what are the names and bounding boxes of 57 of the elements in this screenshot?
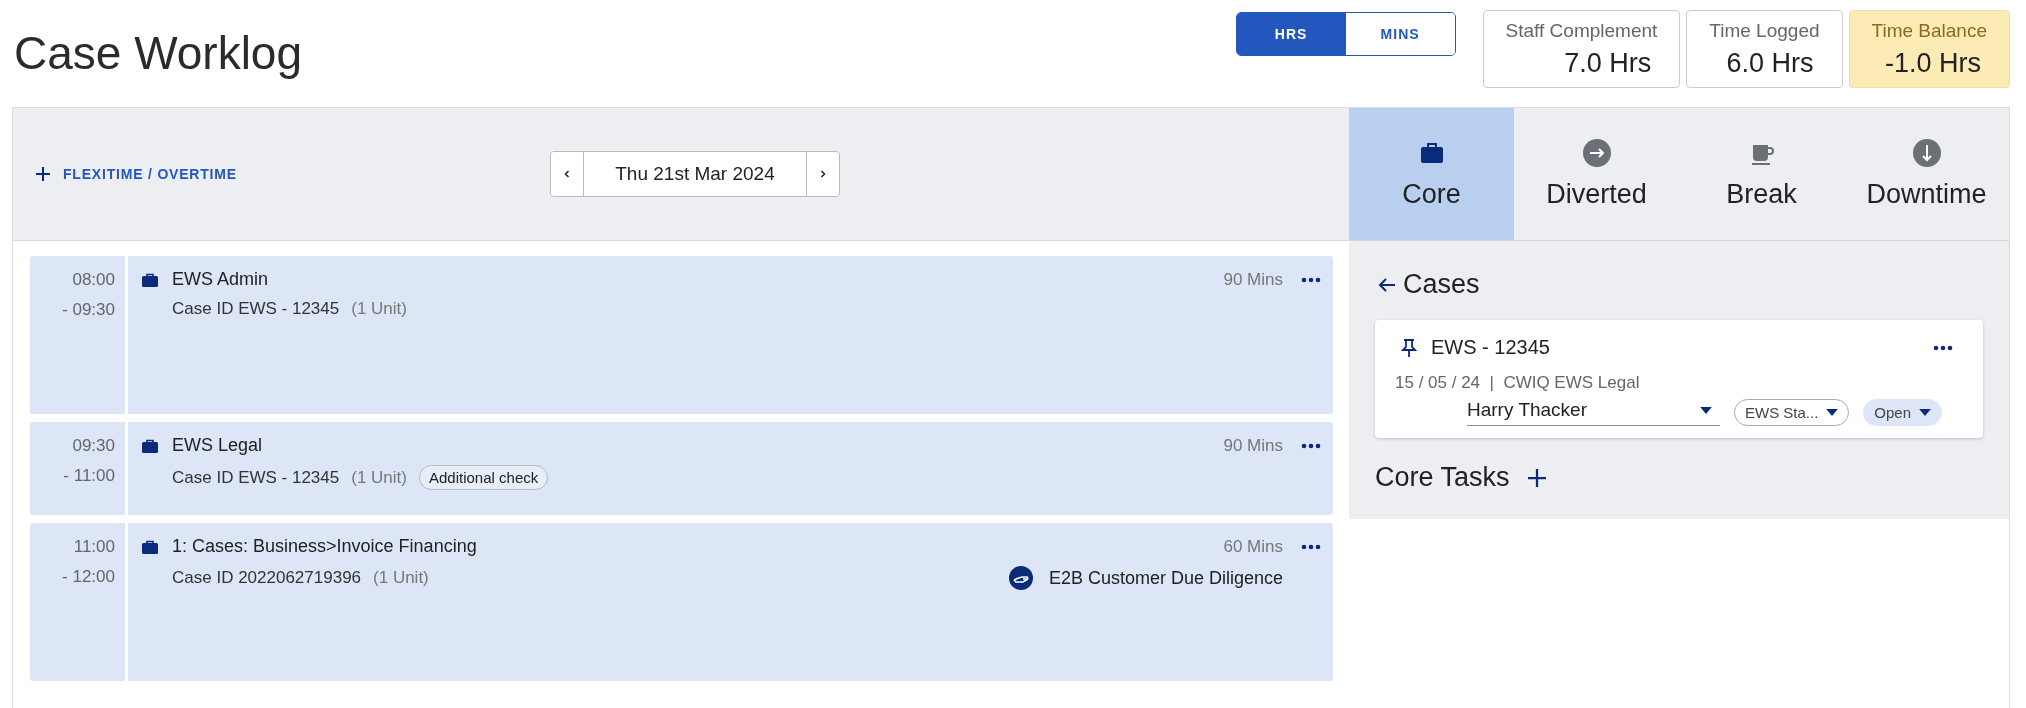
activity-tab[interactable]: Core — [1349, 108, 1514, 240]
stat-value: 6.0 Hrs — [1726, 48, 1815, 79]
chevron-left-icon — [562, 169, 572, 179]
more-options-icon[interactable] — [1301, 543, 1321, 550]
case-title: EWS - 12345 — [1431, 336, 1550, 359]
briefcase-icon — [142, 272, 158, 287]
unit-count: (1 Unit) — [351, 467, 407, 488]
start-time: 11:00 — [73, 537, 115, 557]
page-title: Case Worklog — [14, 26, 304, 80]
case-meta: 15 / 05 / 24 | CWIQ EWS Legal — [1395, 373, 1641, 393]
unit-toggle-button[interactable]: HRS — [1236, 13, 1346, 55]
entry-title: 1: Cases: Business>Invoice Financing — [172, 536, 478, 557]
stat-label: Time Balance — [1871, 20, 1987, 42]
entry-title: EWS Admin — [172, 269, 270, 290]
stat-label: Staff Complement — [1505, 20, 1658, 42]
stat-value: 7.0 Hrs — [1564, 48, 1653, 79]
entry-duration: 90 Mins — [1223, 269, 1283, 290]
worklog-entry[interactable]: 09:30 - 11:00 EWS Legal 90 Mins Case ID EWS - 12345 (1 Unit) Additional check — [30, 422, 1333, 515]
entry-duration: 60 Mins — [1223, 536, 1283, 557]
case-card[interactable]: EWS - 12345 15 / 05 / 24 | CWIQ EWS Legal Harry Thacker EWS Sta... Open — [1375, 320, 1983, 438]
caret-icon — [1700, 406, 1712, 414]
status-chip[interactable]: Open — [1863, 399, 1943, 426]
end-time: - 12:00 — [62, 567, 115, 587]
more-options-icon[interactable] — [1301, 442, 1321, 449]
briefcase-icon — [142, 438, 158, 453]
unit-count: (1 Unit) — [373, 568, 429, 588]
end-time: - 09:30 — [62, 300, 115, 320]
arrow-circle-icon — [1582, 138, 1611, 167]
entry-title: EWS Legal — [172, 435, 264, 456]
pin-icon[interactable] — [1401, 337, 1417, 358]
cases-heading: Cases — [1403, 269, 1480, 300]
flexitime-link[interactable]: FLEXITIME / OVERTIME — [35, 166, 550, 182]
caret-icon — [1826, 409, 1839, 416]
more-options-icon[interactable] — [1933, 344, 1953, 351]
core-tasks-heading: Core Tasks — [1375, 462, 1510, 493]
worklog-entry[interactable]: 08:00 - 09:30 EWS Admin 90 Mins Case ID EWS - 12345 (1 Unit) — [30, 256, 1333, 414]
unit-count: (1 Unit) — [351, 299, 407, 319]
plus-icon — [35, 166, 51, 182]
case-id: Case ID EWS - 12345 — [172, 299, 340, 319]
down-arrow-circle-icon — [1912, 138, 1941, 167]
case-id: Case ID 2022062719396 — [172, 568, 362, 588]
worklog-entry[interactable]: 11:00 - 12:00 1: Cases: Business>Invoice Financing 60 Mins Case ID 2022062719396 (1 Unit) E2B Customer Due Diligence — [30, 523, 1333, 681]
caret-icon — [1919, 409, 1932, 416]
end-time: - 11:00 — [63, 466, 115, 486]
chevron-right-icon — [818, 169, 828, 179]
case-id: Case ID EWS - 12345 — [172, 467, 340, 488]
assignee-dropdown[interactable]: Harry Thacker — [1467, 399, 1720, 426]
briefcase-icon — [142, 539, 158, 554]
start-time: 08:00 — [72, 270, 115, 290]
start-time: 09:30 — [72, 436, 115, 456]
stat-value: -1.0 Hrs — [1884, 48, 1982, 79]
add-icon[interactable] — [1527, 468, 1546, 487]
entry-tag: Additional check — [419, 465, 549, 490]
entry-duration: 90 Mins — [1223, 435, 1283, 456]
more-options-icon[interactable] — [1301, 276, 1321, 283]
stat-label: Time Logged — [1709, 20, 1820, 42]
entry-category: E2B Customer Due Diligence — [1048, 567, 1283, 589]
